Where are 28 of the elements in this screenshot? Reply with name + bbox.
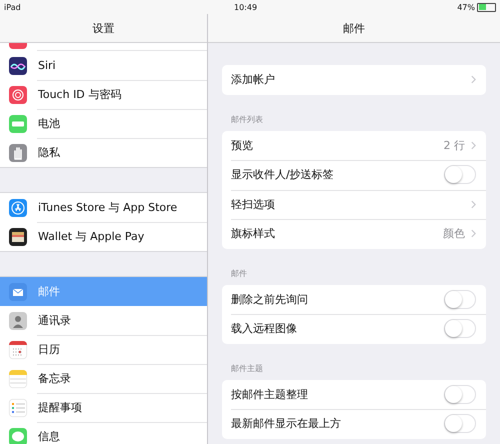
settings-row: 删除之前先询问 xyxy=(222,284,486,314)
sidebar-item[interactable]: 提醒事项 xyxy=(0,393,207,422)
settings-row[interactable]: 添加帐户 xyxy=(222,65,486,94)
device-name: iPad xyxy=(4,2,22,12)
section-header: 邮件列表 xyxy=(231,114,263,124)
settings-row: 最新邮件显示在最上方 xyxy=(222,409,486,438)
settings-row[interactable]: 预览 2 行 xyxy=(222,130,486,160)
settings-row: 显示收件人/抄送标签 xyxy=(222,160,486,190)
settings-row[interactable]: 旗标样式 颜色 xyxy=(222,219,486,248)
sidebar-item[interactable]: Siri xyxy=(0,51,207,80)
sidebar-item[interactable]: 通讯录 xyxy=(0,306,207,335)
sidebar-item[interactable]: iTunes Store 与 App Store xyxy=(0,193,207,222)
sidebar-item[interactable]: 信息 xyxy=(0,422,207,444)
settings-row[interactable]: 轻扫选项 xyxy=(222,190,486,219)
settings-row: 按邮件主题整理 xyxy=(222,380,486,409)
sidebar-title: 设置 xyxy=(92,20,114,36)
settings-row: 载入远程图像 xyxy=(222,314,486,344)
page-title: 邮件 xyxy=(343,20,365,36)
section-header: 邮件主题 xyxy=(231,362,263,374)
clock-time: 10:49 xyxy=(234,2,258,12)
sidebar-item[interactable]: Touch ID 与密码 xyxy=(0,80,207,109)
section-header: 邮件 xyxy=(231,268,247,278)
sidebar-item[interactable]: 隐私 xyxy=(0,138,207,167)
sidebar-item[interactable]: 日历 xyxy=(0,335,207,364)
battery-percent: 47% xyxy=(457,2,475,12)
sidebar-item[interactable]: Wallet 与 Apple Pay xyxy=(0,222,207,251)
sidebar-item[interactable]: 备忘录 xyxy=(0,364,207,393)
sidebar-item[interactable]: 电池 xyxy=(0,109,207,138)
